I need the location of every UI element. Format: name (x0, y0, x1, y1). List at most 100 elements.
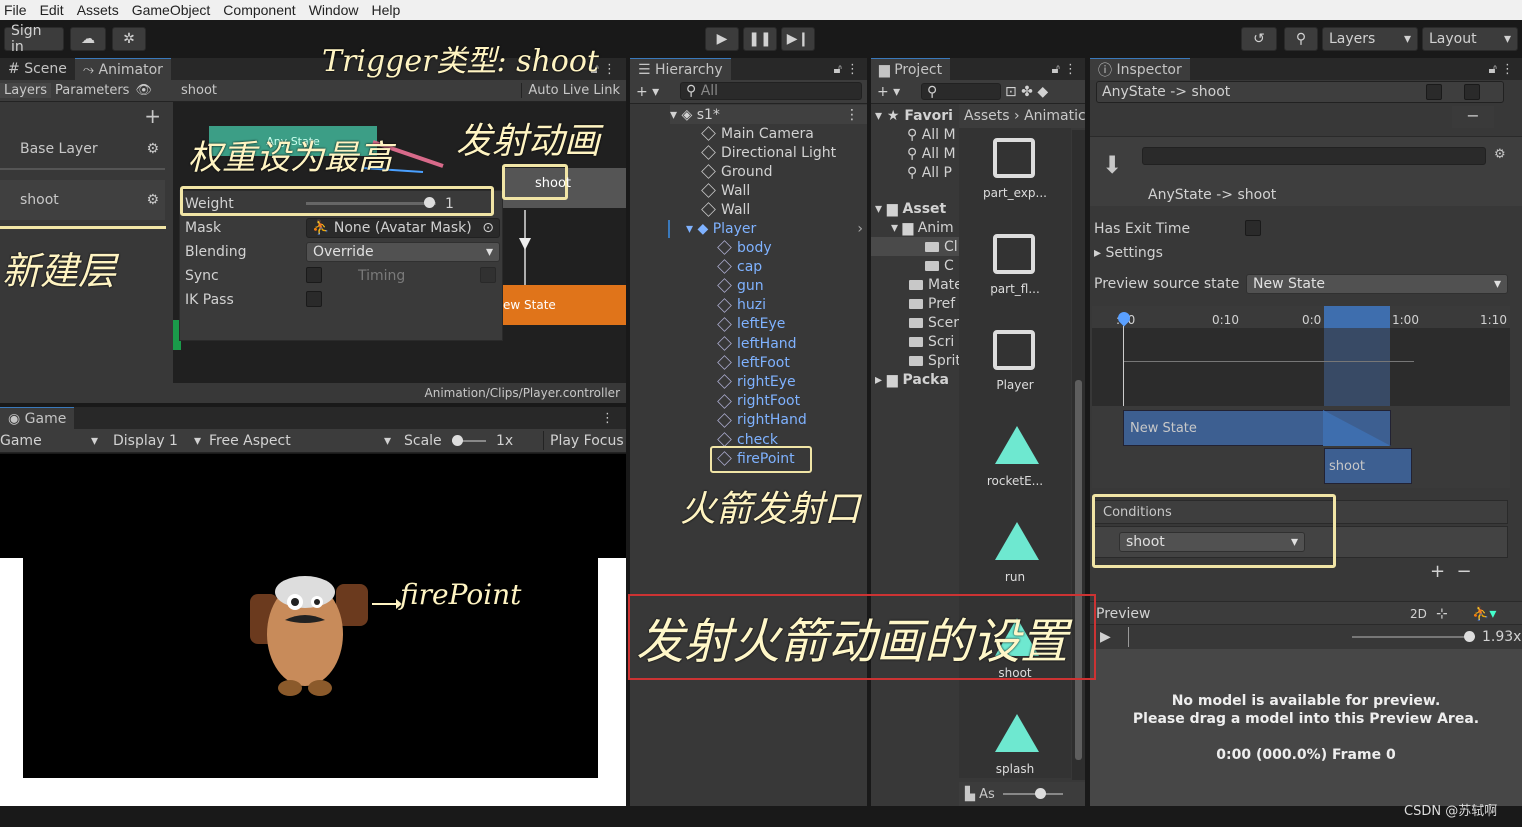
play-focus-dropdown[interactable]: Play Focus (543, 431, 624, 450)
history-icon[interactable]: ↺ (1241, 27, 1277, 51)
hierarchy-search[interactable]: ⚲ All (680, 82, 862, 100)
has-exit-time-checkbox[interactable] (1245, 220, 1261, 236)
tab-scene[interactable]: # Scene (0, 58, 75, 80)
create-button[interactable]: + ▾ (636, 82, 659, 101)
menu-gameobject[interactable]: GameObject (128, 2, 220, 18)
preview-source-dropdown[interactable]: New State ▾ (1246, 274, 1508, 294)
list-item[interactable]: Main Camera (701, 124, 814, 143)
display-dropdown[interactable]: Display 1 ▾ (113, 431, 201, 450)
favorites-row[interactable]: ▾ ★ Favori (875, 106, 953, 125)
folder-row[interactable]: Scer (909, 313, 959, 332)
menu-component[interactable]: Component (219, 2, 304, 18)
settings-foldout[interactable]: ▸ Settings (1094, 243, 1163, 262)
solo-checkbox[interactable] (1426, 84, 1442, 100)
folder-row[interactable]: Pref (909, 294, 955, 313)
sign-in-button[interactable]: Sign in (4, 23, 64, 55)
sub-folder-row[interactable]: Cl (871, 237, 959, 256)
sub-folder-row[interactable]: C (925, 256, 954, 275)
folder-row[interactable]: Scri (909, 332, 954, 351)
list-item[interactable]: Ground (701, 162, 773, 181)
tab-animator[interactable]: ⤳ Animator (74, 58, 171, 80)
preview-play-button[interactable]: ▶ (1100, 627, 1111, 646)
assets-row[interactable]: ▾ ▆ Asset (875, 199, 946, 218)
folder-row[interactable]: Mate (909, 275, 963, 294)
breadcrumb-assets[interactable]: Assets (964, 108, 1010, 124)
menu-window[interactable]: Window (305, 2, 368, 18)
mask-field[interactable]: ⛹ None (Avatar Mask) ⊙ (306, 218, 500, 238)
preview-2d-button[interactable]: 2D (1410, 604, 1427, 623)
aspect-dropdown[interactable]: Free Aspect ▾ (209, 431, 391, 450)
target-icon[interactable]: ⊙ (482, 220, 494, 236)
speed-slider-handle[interactable] (1464, 631, 1475, 642)
transition-timeline[interactable]: :00 0:10 0:0 1:00 1:10 New State shoot (1092, 306, 1510, 488)
track-shoot[interactable]: shoot (1324, 448, 1412, 484)
asset-item[interactable]: part_fl... (959, 224, 1071, 320)
list-item[interactable]: rightEye (717, 372, 796, 391)
scrollbar-thumb[interactable] (1075, 380, 1082, 760)
game-view[interactable]: firePoint (0, 454, 626, 806)
breadcrumb-anim[interactable]: Animatic (1024, 108, 1085, 124)
packages-row[interactable]: ▸ ▆ Packa (875, 370, 949, 389)
tab-inspector[interactable]: ⓘ Inspector (1090, 58, 1190, 80)
list-item[interactable]: leftFoot (717, 353, 790, 372)
fav-item[interactable]: ⚲ All M (907, 144, 956, 163)
avatar-icon[interactable]: ⛹▾ (1472, 604, 1496, 623)
scale-slider-handle[interactable] (452, 435, 463, 446)
add-condition-button[interactable]: + − (1430, 561, 1472, 582)
tab-game[interactable]: ◉ Game (0, 407, 75, 429)
game-mode-dropdown[interactable]: Game ▾ (0, 431, 98, 450)
asset-item[interactable]: part_exp... (959, 128, 1071, 224)
menu-assets[interactable]: Assets (73, 2, 128, 18)
list-item[interactable]: huzi (717, 296, 766, 315)
list-item[interactable]: leftEye (717, 315, 785, 334)
list-item[interactable]: rightHand (717, 411, 807, 430)
list-item[interactable]: body (717, 238, 772, 257)
asset-item[interactable]: Player (959, 320, 1071, 416)
play-button[interactable]: ▶ (705, 27, 739, 51)
transition-list-header[interactable]: AnyState -> shoot (1096, 81, 1504, 103)
speed-slider[interactable] (1352, 636, 1464, 638)
layout-dropdown[interactable]: Layout ▾ (1422, 27, 1518, 51)
parameters-tab[interactable]: Parameters (51, 83, 133, 98)
more-icon[interactable]: ⋮ (601, 411, 626, 429)
gear-icon[interactable]: ⚙ (146, 141, 159, 157)
timing-checkbox[interactable] (480, 267, 496, 283)
fav-item[interactable]: ⚲ All M (907, 125, 956, 144)
layer-item-shoot[interactable]: shoot ⚙ (0, 180, 165, 220)
layers-dropdown[interactable]: Layers ▾ (1322, 27, 1418, 51)
list-item[interactable]: Wall (701, 200, 750, 219)
scene-row[interactable]: ▾ ◈ s1* ⋮ (670, 105, 867, 124)
list-item[interactable]: leftHand (717, 334, 797, 353)
asset-item[interactable]: rocketE... (959, 416, 1071, 512)
lock-icon[interactable]: 🔓︎ ⋮ (1051, 62, 1085, 80)
list-item[interactable]: gun (717, 276, 764, 295)
ikpass-checkbox[interactable] (306, 291, 322, 307)
fav-item[interactable]: ⚲ All P (907, 163, 952, 182)
blending-dropdown[interactable]: Override ▾ (306, 242, 500, 262)
list-item[interactable]: cap (717, 257, 762, 276)
chevron-right-icon[interactable]: › (857, 221, 863, 237)
menu-help[interactable]: Help (367, 2, 409, 18)
create-asset-button[interactable]: + ▾ (877, 82, 900, 101)
lock-icon[interactable]: 🔓︎ ⋮ (833, 62, 867, 80)
folder-row[interactable]: Sprit (909, 351, 961, 370)
sync-checkbox[interactable] (306, 267, 322, 283)
menu-edit[interactable]: Edit (36, 2, 73, 18)
eye-icon[interactable]: 👁︎ (133, 83, 154, 98)
transition-name-field[interactable] (1142, 147, 1486, 165)
scrollbar[interactable] (1072, 130, 1085, 780)
project-search[interactable]: ⚲ (921, 83, 1001, 100)
add-layer-button[interactable]: + (144, 104, 161, 128)
layer-item-base[interactable]: Base Layer ⚙ (0, 130, 165, 170)
tab-project[interactable]: ▆ Project (871, 58, 951, 80)
collab-icon[interactable]: ✲ (112, 27, 146, 51)
anim-folder-row[interactable]: ▾ ▆ Anim (891, 218, 954, 237)
preview-area[interactable]: No model is available for preview. Pleas… (1090, 649, 1522, 806)
search-icon[interactable]: ⚲ (1284, 27, 1318, 51)
step-button[interactable]: ▶❙ (781, 27, 815, 51)
pivot-icon[interactable]: ⊹ (1436, 604, 1448, 623)
list-item[interactable]: rightFoot (717, 392, 800, 411)
filter-icons[interactable]: ⊡ ✤ ◆ (1005, 82, 1048, 101)
lock-icon[interactable]: 🔓︎ ⋮ (1488, 62, 1522, 80)
list-item[interactable]: Directional Light (701, 143, 836, 162)
